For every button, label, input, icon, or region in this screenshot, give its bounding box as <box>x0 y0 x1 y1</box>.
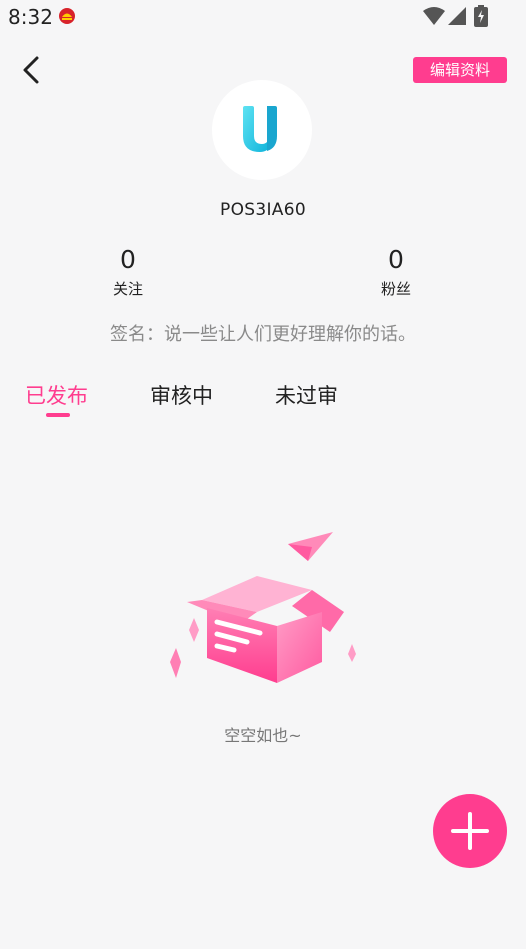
crystal-left <box>170 648 181 678</box>
add-post-button[interactable] <box>433 794 507 868</box>
empty-box-icon <box>170 532 356 683</box>
fans-label: 粉丝 <box>380 280 411 298</box>
u-logo-icon <box>243 106 277 152</box>
back-button[interactable] <box>16 54 48 86</box>
avatar[interactable] <box>212 80 312 180</box>
battery-icon <box>474 5 488 27</box>
cell-signal-icon <box>448 7 466 25</box>
wifi-icon <box>423 7 445 25</box>
fans-stat[interactable]: 0 粉丝 <box>351 244 441 299</box>
tab-rejected[interactable]: 未过审 <box>275 380 338 410</box>
active-tab-indicator <box>46 413 70 417</box>
tab-reviewing[interactable]: 审核中 <box>150 380 213 410</box>
signature-text: 签名：说一些让人们更好理解你的话。 <box>110 324 416 345</box>
following-stat[interactable]: 0 关注 <box>83 244 173 299</box>
status-time: 8:32 <box>8 5 53 29</box>
status-bar: 8:32 <box>0 0 526 34</box>
following-label: 关注 <box>112 280 143 298</box>
username: POS3IA60 <box>220 200 306 220</box>
chevron-left-icon <box>23 56 39 84</box>
tab-published[interactable]: 已发布 <box>25 380 88 410</box>
plus-icon <box>451 812 489 850</box>
fans-count: 0 <box>388 245 404 274</box>
following-count: 0 <box>120 245 136 274</box>
empty-state-text: 空空如也~ <box>224 726 302 745</box>
post-status-tabs: 已发布 审核中 未过审 <box>0 380 526 420</box>
edit-profile-button[interactable]: 编辑资料 <box>413 57 507 83</box>
app-notification-icon <box>59 8 75 24</box>
